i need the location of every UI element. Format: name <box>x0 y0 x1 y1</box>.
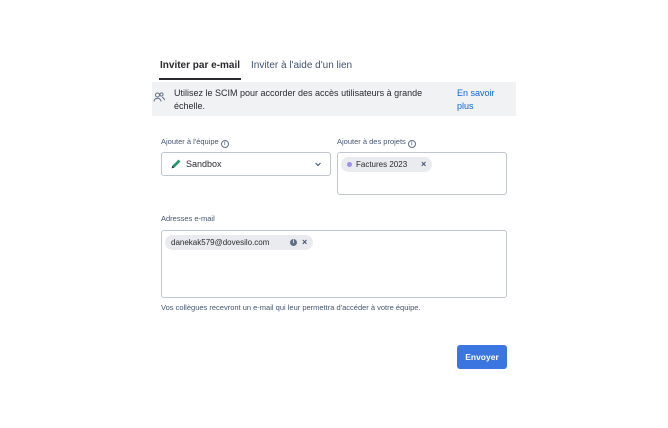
info-icon[interactable]: i <box>407 140 416 148</box>
projects-input[interactable]: Factures 2023 × <box>337 152 507 195</box>
remove-chip-icon[interactable]: × <box>302 235 307 250</box>
info-icon[interactable]: i <box>220 140 229 148</box>
projects-label: Ajouter à des projets i <box>337 137 416 148</box>
emails-help-text: Vos collègues recevront un e-mail qui le… <box>161 303 421 312</box>
project-chip-label: Factures 2023 <box>356 160 408 169</box>
tab-invite-by-link[interactable]: Inviter à l'aide d'un lien <box>251 54 352 80</box>
scim-banner: Utilisez le SCIM pour accorder des accès… <box>152 82 516 116</box>
projects-label-text: Ajouter à des projets <box>337 137 406 146</box>
send-button[interactable]: Envoyer <box>457 345 507 369</box>
team-select[interactable]: Sandbox <box>161 152 331 176</box>
team-select-value: Sandbox <box>186 159 222 169</box>
tab-invite-by-email[interactable]: Inviter par e-mail <box>158 54 242 80</box>
emails-input[interactable]: danekak579@dovesilo.com i × <box>161 230 507 298</box>
remove-chip-icon[interactable]: × <box>421 157 426 172</box>
project-color-dot <box>347 162 352 167</box>
chevron-down-icon <box>315 162 321 167</box>
invite-tabs: Inviter par e-mail Inviter à l'aide d'un… <box>152 54 516 80</box>
users-icon <box>153 92 165 102</box>
info-icon[interactable]: i <box>290 239 297 246</box>
project-chip: Factures 2023 × <box>341 157 432 172</box>
email-chip: danekak579@dovesilo.com i × <box>165 235 313 250</box>
email-chip-label: danekak579@dovesilo.com <box>171 238 270 247</box>
team-label: Ajouter à l'équipe i <box>161 137 229 148</box>
learn-more-link[interactable]: En savoir plus <box>457 87 507 113</box>
emails-label: Adresses e-mail <box>161 214 215 223</box>
scim-banner-text: Utilisez le SCIM pour accorder des accès… <box>174 88 423 111</box>
pencil-icon <box>171 159 181 169</box>
team-label-text: Ajouter à l'équipe <box>161 137 219 146</box>
